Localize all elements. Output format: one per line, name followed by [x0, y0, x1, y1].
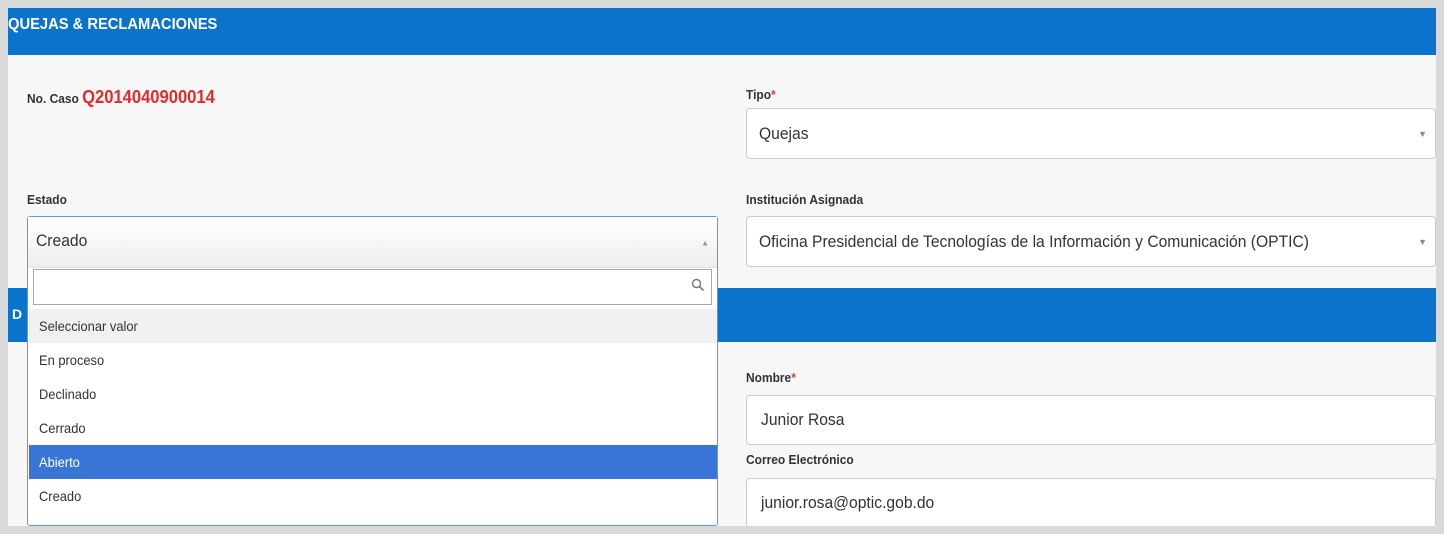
- email-field-value: junior.rosa@optic.gob.do: [761, 493, 935, 512]
- nombre-field[interactable]: Junior Rosa: [746, 395, 1436, 445]
- estado-select-open[interactable]: Creado ▲ Seleccionar valor En proceso De…: [27, 216, 718, 526]
- tipo-label: Tipo*: [746, 87, 776, 102]
- tipo-select[interactable]: Quejas ▼: [746, 108, 1436, 159]
- option-label: Declinado: [39, 386, 97, 402]
- case-label-text: No. Caso: [27, 91, 79, 106]
- search-icon: [691, 278, 705, 292]
- section-title: QUEJAS & RECLAMACIONES: [8, 16, 218, 33]
- institucion-select-value: Oficina Presidencial de Tecnologías de l…: [759, 231, 1309, 251]
- tipo-select-value: Quejas: [759, 123, 809, 143]
- estado-select-value: Creado: [36, 231, 88, 250]
- correo-label: Correo Electrónico: [746, 452, 854, 467]
- option-label: Creado: [39, 488, 82, 504]
- chevron-down-icon: ▼: [1418, 236, 1427, 247]
- case-number-label: No. Caso Q2014040900014: [27, 87, 215, 108]
- estado-select-head[interactable]: Creado ▲: [28, 217, 717, 268]
- email-field[interactable]: junior.rosa@optic.gob.do: [746, 478, 1436, 526]
- case-number-value: Q2014040900014: [82, 87, 215, 107]
- estado-label: Estado: [27, 192, 67, 207]
- section-header: QUEJAS & RECLAMACIONES: [8, 8, 1436, 55]
- nombre-field-value: Junior Rosa: [761, 410, 845, 429]
- institucion-label: Institución Asignada: [746, 192, 864, 207]
- estado-option[interactable]: En proceso: [29, 343, 717, 377]
- nombre-label-text: Nombre: [746, 370, 792, 385]
- nombre-label: Nombre*: [746, 370, 796, 385]
- tipo-label-text: Tipo: [746, 87, 772, 102]
- estado-option[interactable]: Cerrado: [29, 411, 717, 445]
- estado-search-input[interactable]: [33, 269, 712, 305]
- section-title-2-fragment: D: [12, 306, 23, 322]
- estado-option[interactable]: Declinado: [29, 377, 717, 411]
- form-panel: QUEJAS & RECLAMACIONES No. Caso Q2014040…: [8, 8, 1436, 526]
- required-mark: *: [771, 87, 776, 102]
- chevron-up-icon: ▲: [701, 238, 709, 248]
- required-mark: *: [791, 370, 796, 385]
- estado-option-highlighted[interactable]: Abierto: [29, 445, 717, 479]
- option-label: Seleccionar valor: [39, 318, 138, 334]
- institucion-select[interactable]: Oficina Presidencial de Tecnologías de l…: [746, 216, 1436, 267]
- estado-option[interactable]: Seleccionar valor: [29, 309, 717, 343]
- option-label: Cerrado: [39, 420, 86, 436]
- estado-option[interactable]: Creado: [29, 479, 717, 513]
- option-label: Abierto: [39, 454, 80, 470]
- chevron-down-icon: ▼: [1418, 128, 1427, 139]
- option-label: En proceso: [39, 352, 105, 368]
